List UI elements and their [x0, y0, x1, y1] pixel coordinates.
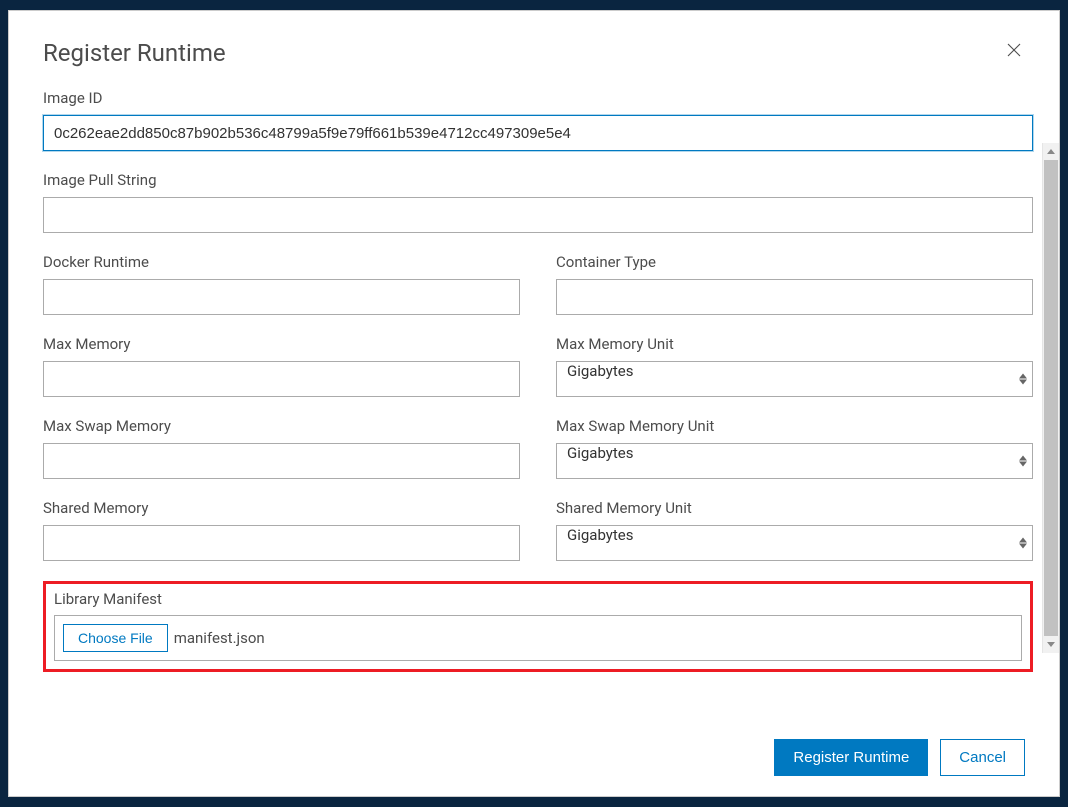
choose-file-button[interactable]: Choose File	[63, 624, 168, 652]
image-pull-string-label: Image Pull String	[43, 171, 1033, 189]
container-type-input[interactable]	[556, 279, 1033, 315]
image-pull-string-input[interactable]	[43, 197, 1033, 233]
image-id-label: Image ID	[43, 89, 1033, 107]
max-memory-label: Max Memory	[43, 335, 520, 353]
max-swap-memory-unit-select[interactable]: Gigabytes	[556, 443, 1033, 479]
modal-body: Image ID Image Pull String Docker Runtim…	[9, 79, 1059, 723]
max-memory-unit-select[interactable]: Gigabytes	[556, 361, 1033, 397]
container-type-label: Container Type	[556, 253, 1033, 271]
max-memory-input[interactable]	[43, 361, 520, 397]
image-id-input[interactable]	[43, 115, 1033, 151]
shared-memory-unit-label: Shared Memory Unit	[556, 499, 1033, 517]
close-icon	[1005, 41, 1023, 59]
library-manifest-highlight: Library Manifest Choose File manifest.js…	[43, 581, 1033, 672]
max-memory-unit-label: Max Memory Unit	[556, 335, 1033, 353]
shared-memory-input[interactable]	[43, 525, 520, 561]
scroll-down-button[interactable]	[1043, 636, 1059, 653]
max-swap-memory-unit-label: Max Swap Memory Unit	[556, 417, 1033, 435]
library-manifest-label: Library Manifest	[54, 590, 1022, 608]
register-runtime-modal: Register Runtime Image ID Image Pull Str…	[8, 10, 1060, 797]
scroll-up-button[interactable]	[1043, 143, 1059, 160]
modal-title: Register Runtime	[43, 39, 226, 67]
register-runtime-button[interactable]: Register Runtime	[774, 739, 928, 776]
docker-runtime-label: Docker Runtime	[43, 253, 520, 271]
library-manifest-file-row: Choose File manifest.json	[54, 615, 1022, 661]
max-swap-memory-input[interactable]	[43, 443, 520, 479]
modal-footer: Register Runtime Cancel	[9, 723, 1059, 796]
shared-memory-label: Shared Memory	[43, 499, 520, 517]
docker-runtime-input[interactable]	[43, 279, 520, 315]
vertical-scrollbar[interactable]	[1042, 143, 1059, 653]
max-swap-memory-label: Max Swap Memory	[43, 417, 520, 435]
manifest-file-name: manifest.json	[174, 629, 265, 647]
cancel-button[interactable]: Cancel	[940, 739, 1025, 776]
shared-memory-unit-select[interactable]: Gigabytes	[556, 525, 1033, 561]
scrollbar-thumb[interactable]	[1044, 160, 1058, 636]
close-button[interactable]	[1003, 39, 1025, 61]
modal-header: Register Runtime	[9, 11, 1059, 79]
